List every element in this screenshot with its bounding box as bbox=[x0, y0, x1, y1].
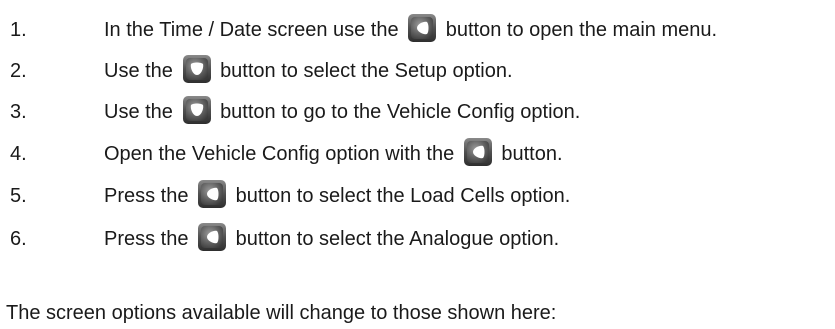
footer-note: The screen options available will change… bbox=[6, 302, 557, 324]
step-3: 3. Use the button to go to the Vehicle C… bbox=[0, 94, 835, 130]
step-number: 3. bbox=[10, 101, 27, 123]
step-2: 2. Use the button to select the Setup op… bbox=[0, 53, 835, 89]
step-text-after: button to open the main menu. bbox=[445, 19, 718, 41]
right-arrow-button-icon bbox=[407, 13, 437, 43]
step-text-after: button to go to the Vehicle Config optio… bbox=[220, 101, 581, 123]
step-number: 1. bbox=[10, 19, 27, 41]
step-text-before: Open the Vehicle Config option with the bbox=[104, 143, 455, 165]
step-6: 6. Press the button to select the Analog… bbox=[0, 221, 835, 257]
down-arrow-button-icon bbox=[182, 95, 212, 125]
step-text: Use the button to select the Setup optio… bbox=[104, 53, 513, 89]
step-number: 5. bbox=[10, 185, 27, 207]
step-5: 5. Press the button to select the Load C… bbox=[0, 178, 835, 214]
step-text-after: button to select the Analogue option. bbox=[235, 228, 560, 250]
step-text-before: Use the bbox=[104, 60, 173, 82]
step-1: 1. In the Time / Date screen use the but… bbox=[0, 12, 835, 48]
right-arrow-button-icon bbox=[197, 179, 227, 209]
step-text: Press the button to select the Analogue … bbox=[104, 221, 559, 257]
step-text-before: Press the bbox=[104, 185, 189, 207]
step-text: Open the Vehicle Config option with the … bbox=[104, 136, 563, 172]
step-text: In the Time / Date screen use the button… bbox=[104, 12, 717, 48]
step-text: Press the button to select the Load Cell… bbox=[104, 178, 570, 214]
step-text: Use the button to go to the Vehicle Conf… bbox=[104, 94, 580, 130]
step-text-before: Press the bbox=[104, 228, 189, 250]
step-text-after: button to select the Setup option. bbox=[220, 60, 513, 82]
step-number: 6. bbox=[10, 228, 27, 250]
right-arrow-button-icon bbox=[463, 137, 493, 167]
step-text-after: button. bbox=[501, 143, 563, 165]
step-4: 4. Open the Vehicle Config option with t… bbox=[0, 136, 835, 172]
right-arrow-button-icon bbox=[197, 222, 227, 252]
down-arrow-button-icon bbox=[182, 54, 212, 84]
step-text-after: button to select the Load Cells option. bbox=[235, 185, 571, 207]
step-number: 2. bbox=[10, 60, 27, 82]
step-number: 4. bbox=[10, 143, 27, 165]
step-text-before: Use the bbox=[104, 101, 173, 123]
step-text-before: In the Time / Date screen use the bbox=[104, 19, 399, 41]
